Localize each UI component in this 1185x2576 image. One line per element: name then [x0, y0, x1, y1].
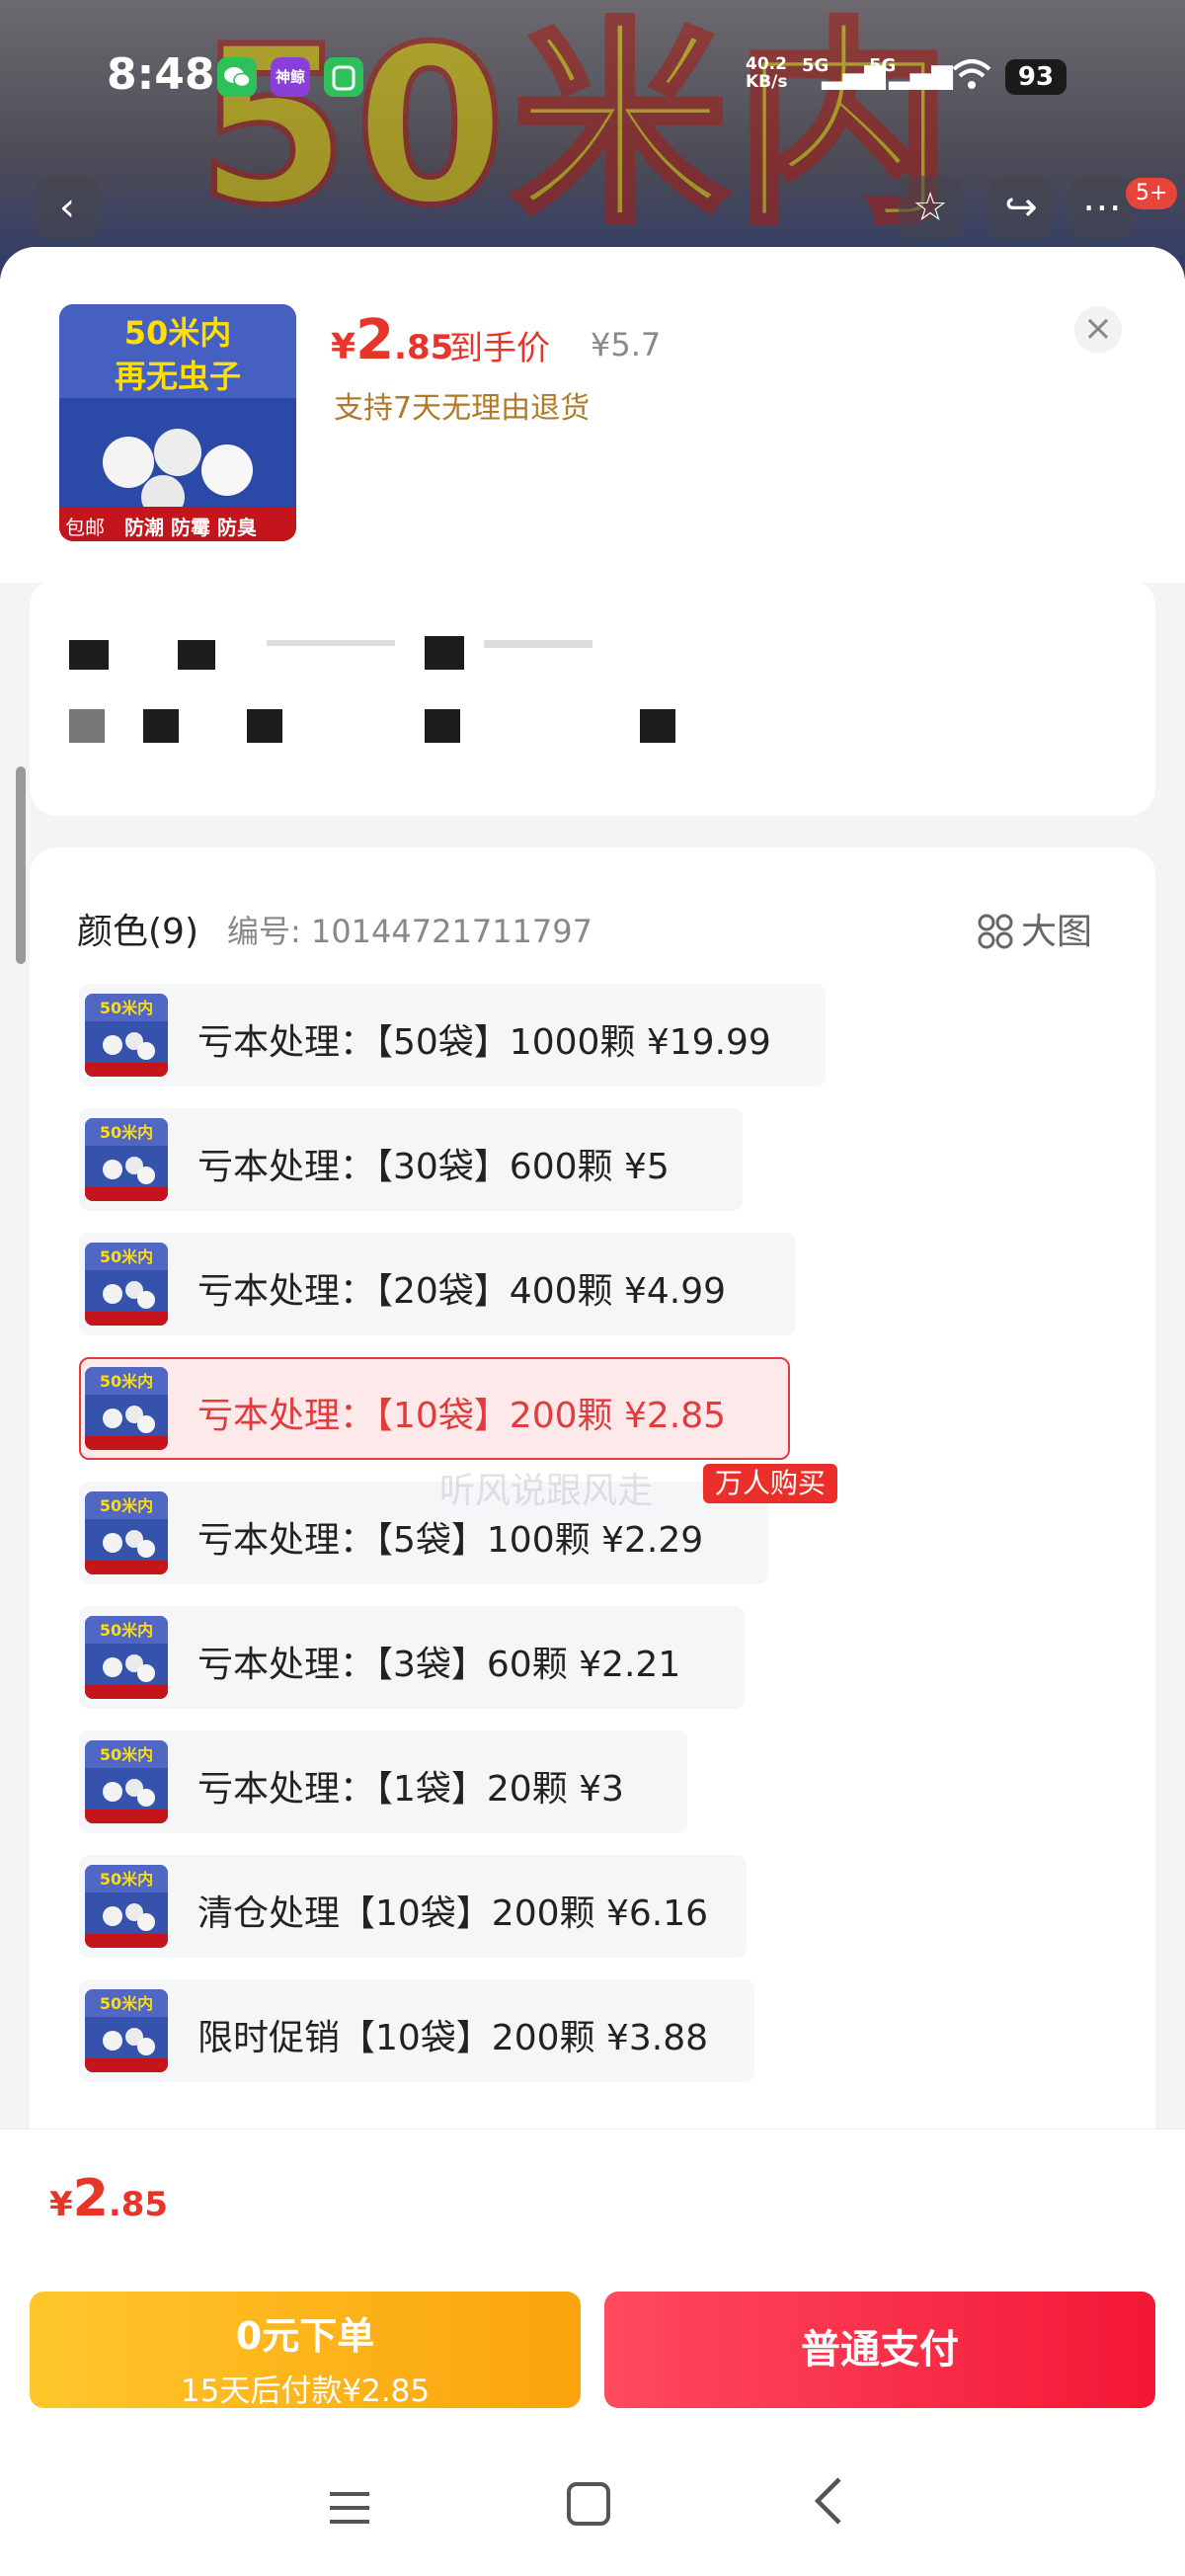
- variant-section-title: 颜色(9): [77, 912, 198, 952]
- home-nav-icon[interactable]: [565, 2477, 612, 2541]
- svg-text:50米内: 50米内: [100, 1870, 153, 1889]
- variant-option[interactable]: 50米内亏本处理：【10袋】200颗 ¥2.85: [79, 1357, 790, 1460]
- variant-thumbnail: 50米内: [85, 1865, 168, 1948]
- variant-thumbnail: 50米内: [85, 1491, 168, 1574]
- shenjing-icon: 神鲸: [271, 57, 310, 97]
- hot-seller-badge: 万人购买: [703, 1464, 838, 1503]
- redacted-block: [69, 640, 109, 670]
- variant-label: 亏本处理：【3袋】60颗 ¥2.21: [198, 1645, 681, 1685]
- variant-label: 亏本处理：【1袋】20颗 ¥3: [198, 1769, 624, 1810]
- price-label: 到手价: [449, 329, 550, 368]
- svg-text:50米内: 50米内: [100, 1496, 153, 1515]
- price-currency: ¥: [331, 327, 356, 367]
- svg-text:50米内: 50米内: [100, 1123, 153, 1142]
- variant-label: 亏本处理：【5袋】100颗 ¥2.29: [198, 1520, 704, 1561]
- scroll-indicator[interactable]: [16, 766, 26, 964]
- svg-text:50米内: 50米内: [100, 1994, 153, 2013]
- redacted-block: [640, 709, 675, 743]
- original-price: ¥5.7: [591, 326, 662, 363]
- price-decimal: .85: [394, 328, 454, 367]
- variant-option[interactable]: 50米内清仓处理【10袋】200颗 ¥6.16: [79, 1855, 747, 1958]
- redacted-block: [484, 640, 592, 648]
- watermark-text: 听风说跟风走: [439, 1471, 654, 1511]
- variant-label: 亏本处理：【50袋】1000颗 ¥19.99: [198, 1022, 771, 1063]
- product-image[interactable]: 50米内 再无虫子 包邮 防潮 防霉 防臭: [59, 304, 296, 541]
- variant-thumbnail: 50米内: [85, 1243, 168, 1326]
- redacted-block: [69, 709, 105, 743]
- bottom-price: ¥2.85: [49, 2169, 168, 2228]
- sku-selection-sheet: 50米内 再无虫子 包邮 防潮 防霉 防臭 ¥2.85 到手价 ¥5.7 支持7…: [0, 247, 1185, 2576]
- wifi-icon: [950, 57, 993, 100]
- svg-text:50米内: 50米内: [100, 1745, 153, 1764]
- variant-label: 亏本处理：【20袋】400颗 ¥4.99: [198, 1271, 727, 1312]
- wechat-icon: [217, 57, 257, 97]
- variant-option[interactable]: 50米内亏本处理：【1袋】20颗 ¥3: [79, 1731, 687, 1833]
- network-speed-unit: KB/s: [746, 72, 788, 92]
- variant-option[interactable]: 50米内亏本处理：【50袋】1000颗 ¥19.99: [79, 984, 826, 1087]
- product-code: 编号: 10144721711797: [227, 913, 592, 950]
- menu-nav-icon[interactable]: [326, 2479, 373, 2543]
- back-nav-icon[interactable]: [810, 2475, 849, 2540]
- variant-option[interactable]: 50米内亏本处理：【3袋】60颗 ¥2.21: [79, 1606, 745, 1709]
- variant-option[interactable]: 50米内亏本处理：【5袋】100颗 ¥2.29 万人购买: [79, 1464, 838, 1584]
- network-speed-value: 40.2: [746, 54, 787, 74]
- current-price: ¥2.85: [331, 308, 453, 372]
- mijia-icon: [324, 57, 363, 97]
- return-policy: 支持7天无理由退货: [334, 391, 591, 426]
- product-image-tag-left: 包邮: [65, 516, 105, 539]
- network-speed: 40.2 KB/s: [746, 55, 787, 91]
- bottom-price-currency: ¥: [49, 2185, 73, 2224]
- redacted-block: [267, 640, 395, 646]
- variant-label: 亏本处理：【30袋】600颗 ¥5: [198, 1147, 670, 1187]
- variant-label: 亏本处理：【10袋】200颗 ¥2.85: [198, 1396, 727, 1436]
- pay-later-subtitle: 15天后付款¥2.85: [180, 2374, 431, 2409]
- svg-text:50米内: 50米内: [100, 999, 153, 1017]
- variant-thumbnail: 50米内: [85, 1118, 168, 1201]
- redacted-block: [247, 709, 282, 743]
- svg-text:50米内: 50米内: [100, 1248, 153, 1266]
- product-image-tags: 防潮 防霉 防臭: [124, 516, 257, 539]
- redacted-block: [178, 640, 215, 670]
- variant-thumbnail: 50米内: [85, 1616, 168, 1699]
- big-picture-label: 大图: [1021, 912, 1093, 952]
- variant-thumbnail: 50米内: [85, 1989, 168, 2072]
- redacted-block: [425, 709, 460, 743]
- product-image-line1: 50米内: [123, 314, 232, 352]
- svg-text:50米内: 50米内: [100, 1621, 153, 1640]
- signal-icon-2: ▂▄▆: [889, 57, 953, 90]
- address-card[interactable]: [30, 579, 1155, 816]
- status-bar: 8:48 神鲸 40.2 KB/s 5G ▂▄▆ 5G ▂▄▆ 93: [0, 0, 1185, 158]
- variant-thumbnail: 50米内: [85, 994, 168, 1077]
- bottom-price-bar: ¥2.85: [0, 2129, 1185, 2268]
- close-icon[interactable]: ×: [1074, 306, 1122, 354]
- variant-thumbnail: 50米内: [85, 1367, 168, 1450]
- variant-label: 清仓处理【10袋】200颗 ¥6.16: [198, 1893, 709, 1934]
- bottom-price-decimal: .85: [108, 2185, 169, 2224]
- pay-later-button[interactable]: 0元下单 15天后付款¥2.85: [30, 2292, 581, 2409]
- favorite-star-icon[interactable]: ☆: [899, 176, 962, 239]
- big-picture-toggle[interactable]: 大图: [978, 903, 1092, 954]
- share-icon[interactable]: ↪: [989, 176, 1053, 239]
- message-badge: 5+: [1126, 178, 1178, 209]
- variant-thumbnail: 50米内: [85, 1740, 168, 1823]
- variant-option[interactable]: 50米内亏本处理：【30袋】600颗 ¥5: [79, 1108, 743, 1211]
- grid-icon: [978, 914, 1013, 949]
- product-image-line2: 再无虫子: [114, 358, 241, 395]
- status-time: 8:48: [107, 49, 215, 100]
- svg-text:50米内: 50米内: [100, 1372, 153, 1391]
- back-icon[interactable]: ‹: [36, 176, 99, 239]
- bottom-price-integer: 2: [72, 2169, 109, 2228]
- variant-label: 限时促销【10袋】200颗 ¥3.88: [198, 2018, 709, 2058]
- variant-option[interactable]: 50米内亏本处理：【20袋】400颗 ¥4.99: [79, 1233, 796, 1335]
- more-icon[interactable]: ⋯: [1070, 176, 1134, 239]
- normal-pay-button[interactable]: 普通支付: [604, 2292, 1155, 2408]
- redacted-block: [143, 709, 179, 743]
- variant-option[interactable]: 50米内限时促销【10袋】200颗 ¥3.88: [79, 1979, 754, 2082]
- redacted-block: [425, 636, 464, 670]
- pay-later-title: 0元下单: [235, 2314, 375, 2358]
- product-header: 50米内 再无虫子 包邮 防潮 防霉 防臭 ¥2.85 到手价 ¥5.7 支持7…: [0, 247, 1185, 583]
- battery-indicator: 93: [1005, 59, 1066, 95]
- price-integer: 2: [356, 308, 395, 372]
